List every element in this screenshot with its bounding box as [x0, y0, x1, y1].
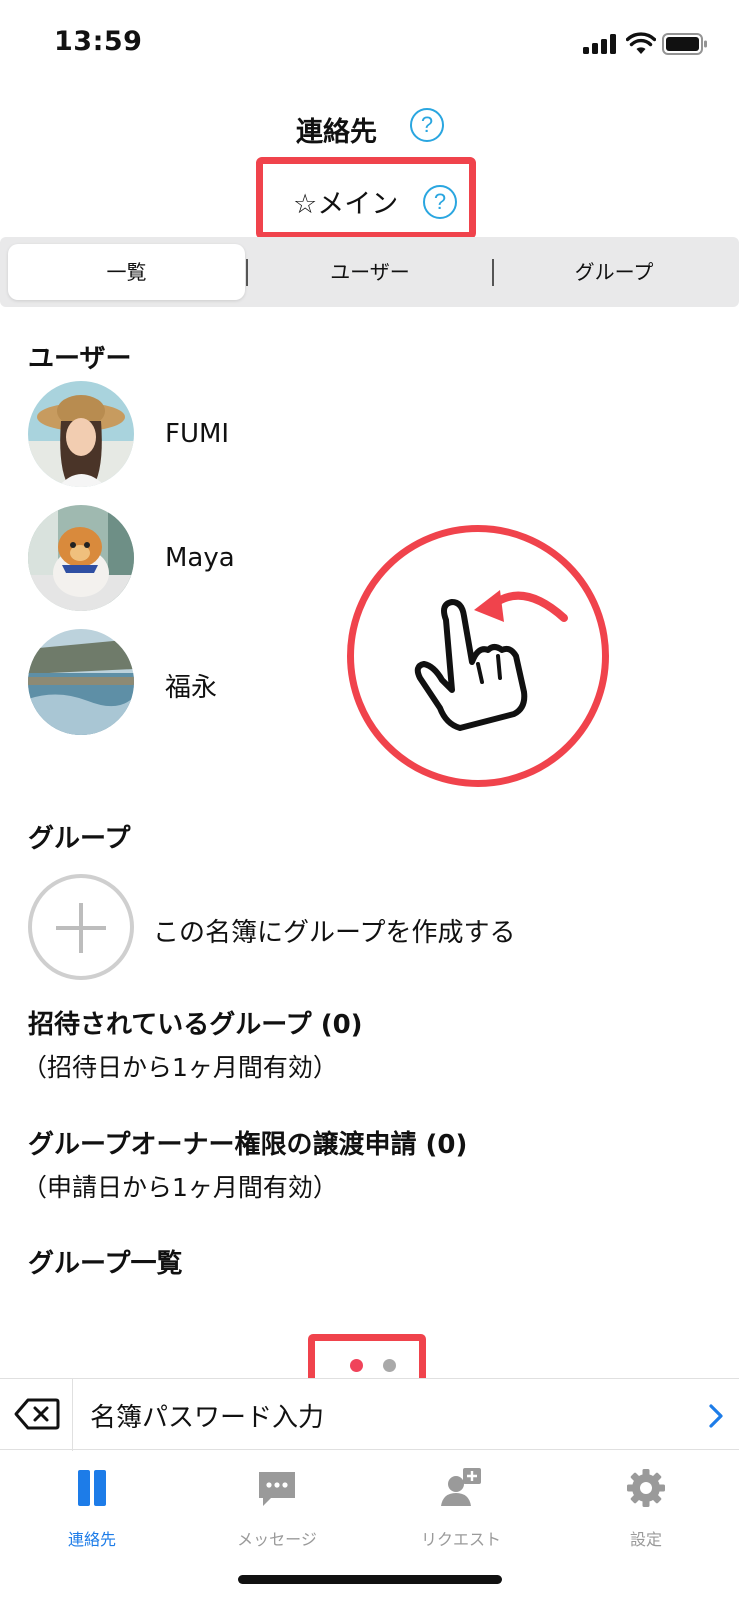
battery-icon [662, 33, 707, 55]
avatar [28, 505, 134, 611]
user-name: FUMI [165, 419, 230, 449]
user-name: Maya [165, 543, 235, 573]
tab-label: メッセージ [237, 1530, 317, 1549]
status-time: 13:59 [54, 26, 143, 57]
user-row[interactable]: 福永 [28, 629, 328, 735]
status-bar: 13:59 [0, 0, 739, 90]
segment-users[interactable]: ユーザー [250, 244, 490, 300]
delete-key-icon[interactable] [14, 1397, 60, 1431]
tab-settings[interactable]: 設定 [566, 1452, 726, 1562]
add-user-request-icon [441, 1468, 481, 1506]
segment-all[interactable]: 一覧 [8, 244, 245, 300]
gear-icon [627, 1469, 665, 1507]
invited-groups-note: （招待日から1ヶ月間有効） [22, 1053, 338, 1082]
tab-label: リクエスト [420, 1530, 501, 1549]
tab-label: 設定 [629, 1530, 662, 1549]
user-name: 福永 [165, 673, 218, 703]
ownership-transfer-note: （申請日から1ヶ月間有効） [22, 1173, 338, 1202]
cellular-signal-icon [583, 34, 619, 54]
tab-contacts[interactable]: 連絡先 [12, 1452, 172, 1562]
directory-selector[interactable]: ☆メイン ? [256, 157, 476, 239]
users-section-title: ユーザー [28, 344, 132, 374]
message-icon [259, 1472, 295, 1506]
invited-groups-title[interactable]: 招待されているグループ (0) [28, 1004, 363, 1041]
password-input-bar[interactable]: 名簿パスワード入力 [0, 1378, 739, 1451]
password-input-label[interactable]: 名簿パスワード入力 [90, 1397, 324, 1434]
header: 連絡先 ? [0, 104, 739, 148]
ownership-transfer-title[interactable]: グループオーナー権限の譲渡申請 (0) [28, 1124, 467, 1161]
contacts-icon [78, 1470, 106, 1506]
segment-groups[interactable]: グループ [494, 244, 734, 300]
help-icon[interactable]: ? [410, 108, 444, 142]
page-title: 連絡先 [296, 117, 377, 148]
group-list-title: グループ一覧 [28, 1249, 183, 1279]
tab-label: 連絡先 [67, 1530, 116, 1549]
groups-section-title: グループ [28, 824, 131, 854]
tab-messages[interactable]: メッセージ [197, 1452, 357, 1562]
user-row[interactable]: Maya [28, 505, 328, 611]
plus-icon [28, 874, 134, 980]
create-group-button[interactable]: この名簿にグループを作成する [28, 874, 628, 980]
page-dot-active[interactable] [350, 1359, 363, 1372]
page-dot[interactable] [383, 1359, 396, 1372]
avatar [28, 629, 134, 735]
directory-name[interactable]: ☆メイン [293, 182, 398, 221]
hand-swipe-icon [414, 590, 568, 731]
create-group-label: この名簿にグループを作成する [153, 918, 516, 948]
chevron-right-icon[interactable] [707, 1403, 725, 1429]
view-segmented-control: 一覧 ユーザー グループ [0, 237, 739, 307]
directory-help-icon[interactable]: ? [423, 185, 457, 219]
tab-requests[interactable]: リクエスト [381, 1452, 541, 1562]
swipe-gesture-hint [347, 525, 609, 787]
wifi-icon [626, 32, 656, 54]
home-indicator [238, 1575, 502, 1584]
user-row[interactable]: FUMI [28, 381, 328, 487]
avatar [28, 381, 134, 487]
divider [72, 1379, 73, 1451]
tab-bar: 連絡先 メッセージ リクエスト 設定 [0, 1452, 739, 1572]
segment-divider [246, 259, 248, 286]
